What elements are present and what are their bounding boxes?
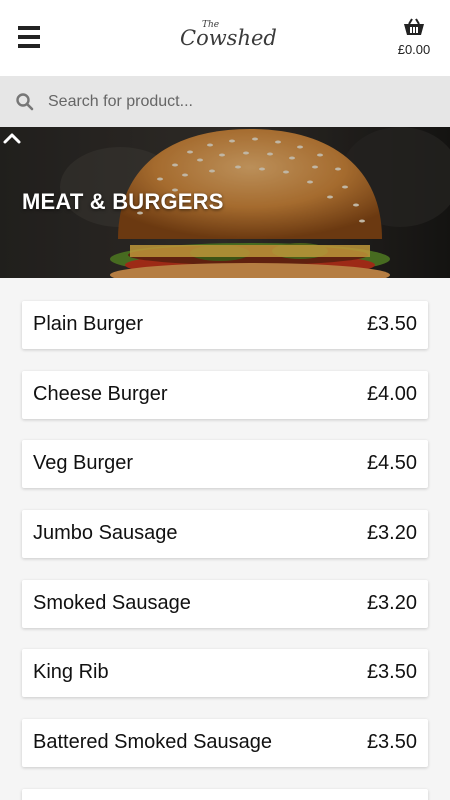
cowshed-logo[interactable]: The Cowshed: [180, 16, 277, 58]
product-item[interactable]: Cheese Burger £4.00: [22, 371, 428, 419]
product-name: Battered Smoked Sausage: [33, 731, 273, 753]
product-name: Cheese Burger: [33, 383, 168, 405]
app-header: The Cowshed £0.00: [0, 0, 450, 76]
chevron-up-icon[interactable]: [0, 127, 24, 151]
product-name: Jumbo Sausage: [33, 522, 178, 544]
product-item[interactable]: Smoked Sausage £3.20: [22, 580, 428, 628]
product-item[interactable]: Jumbo Sausage £3.20: [22, 510, 428, 558]
product-price: £3.50: [366, 661, 417, 683]
product-item[interactable]: Veg Burger £4.50: [22, 440, 428, 488]
cart-total: £0.00: [397, 42, 431, 57]
category-banner[interactable]: MEAT & BURGERS: [0, 127, 450, 278]
menu-icon[interactable]: [18, 26, 42, 48]
search-input[interactable]: [48, 86, 428, 118]
product-price: £3.50: [366, 313, 417, 335]
product-price: £3.20: [366, 592, 417, 614]
search-bar: [0, 76, 450, 127]
product-name: Smoked Sausage: [33, 592, 191, 614]
search-icon: [16, 93, 34, 111]
product-item[interactable]: Plain Burger £3.50: [22, 301, 428, 349]
product-name: Veg Burger: [33, 452, 134, 474]
product-list: Plain Burger £3.50 Cheese Burger £4.00 V…: [0, 278, 450, 800]
product-price: £3.50: [366, 731, 417, 753]
category-title: MEAT & BURGERS: [22, 189, 224, 214]
product-price: £3.20: [366, 522, 417, 544]
product-price: £4.50: [366, 452, 417, 474]
product-item[interactable]: [22, 789, 428, 800]
product-name: King Rib: [33, 661, 109, 683]
product-item[interactable]: King Rib £3.50: [22, 649, 428, 697]
cart-button[interactable]: £0.00: [392, 16, 436, 60]
product-name: Plain Burger: [33, 313, 144, 335]
basket-icon: [404, 18, 424, 35]
product-price: £4.00: [366, 383, 417, 405]
logo-main-text: Cowshed: [180, 26, 277, 50]
product-item[interactable]: Battered Smoked Sausage £3.50: [22, 719, 428, 767]
